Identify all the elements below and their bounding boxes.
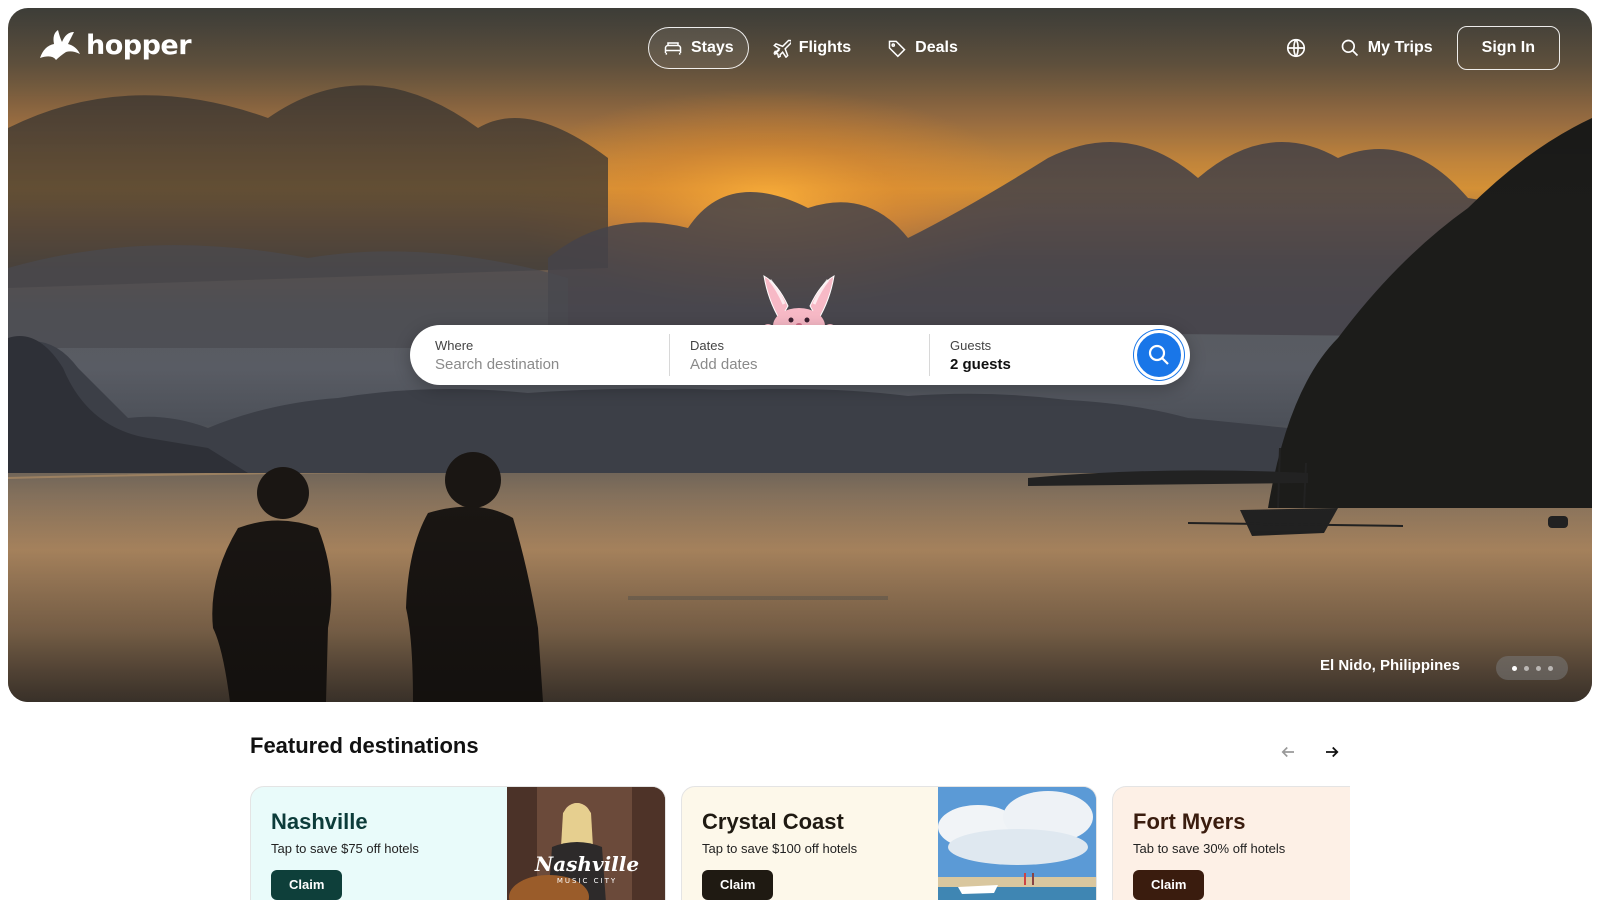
destination-card-fort-myers[interactable]: Fort Myers Tab to save 30% off hotels Cl…: [1112, 786, 1350, 900]
carousel-dot[interactable]: [1511, 665, 1517, 671]
tab-flights-label: Flights: [798, 39, 852, 56]
dates-label: Dates: [690, 337, 724, 353]
hopper-logo[interactable]: hopper: [38, 28, 192, 62]
primary-nav: Stays Flights Deals: [648, 27, 972, 69]
carousel-next-button[interactable]: [1318, 738, 1346, 766]
guests-label: Guests: [950, 337, 992, 353]
guests-value: 2 guests: [950, 355, 1011, 373]
card-title: Nashville: [271, 809, 368, 834]
card-title: Crystal Coast: [702, 809, 844, 834]
tag-icon: [888, 40, 906, 58]
featured-destinations-heading: Featured destinations: [250, 733, 479, 758]
card-text: Nashville Tap to save $75 off hotels Cla…: [251, 787, 507, 900]
search-button[interactable]: [1134, 330, 1184, 380]
featured-destinations-carousel: Nashville Tap to save $75 off hotels Cla…: [250, 786, 1350, 900]
dates-field[interactable]: Dates Add dates: [670, 334, 930, 376]
card-subtitle: Tab to save 30% off hotels: [1133, 841, 1286, 856]
search-icon: [1148, 344, 1169, 365]
carousel-indicator[interactable]: [1496, 656, 1568, 680]
carousel-dot[interactable]: [1547, 665, 1553, 671]
tab-flights[interactable]: Flights: [757, 27, 865, 69]
where-field[interactable]: Where: [410, 334, 670, 376]
arrow-left-icon: [1281, 746, 1294, 758]
carousel-dot[interactable]: [1535, 665, 1541, 671]
crystal-coast-photo: [938, 787, 1096, 900]
language-button[interactable]: [1278, 30, 1314, 66]
nashville-photo: Nashville MUSIC CITY: [507, 787, 665, 900]
arrow-right-icon: [1326, 746, 1339, 758]
carousel-prev-button[interactable]: [1274, 738, 1302, 766]
tab-stays-label: Stays: [691, 39, 734, 56]
dates-placeholder: Add dates: [690, 355, 758, 373]
brand-name: hopper: [86, 29, 192, 61]
bunny-logo-icon: [40, 30, 80, 60]
airplane-icon: [772, 39, 791, 58]
tab-stays[interactable]: Stays: [648, 27, 749, 69]
nashville-logo-text: Nashville: [534, 852, 639, 876]
guests-field[interactable]: Guests 2 guests: [930, 334, 1134, 376]
card-subtitle: Tap to save $75 off hotels: [271, 841, 419, 856]
destination-input[interactable]: [435, 355, 635, 373]
card-text: Fort Myers Tab to save 30% off hotels Cl…: [1113, 787, 1350, 900]
search-icon: [1341, 39, 1358, 57]
account-nav: My Trips Sign In: [1278, 26, 1560, 70]
card-text: Crystal Coast Tap to save $100 off hotel…: [682, 787, 938, 900]
where-label: Where: [435, 337, 474, 353]
destination-card-crystal-coast[interactable]: Crystal Coast Tap to save $100 off hotel…: [681, 786, 1097, 900]
card-title: Fort Myers: [1133, 809, 1246, 834]
hero-location-label: El Nido, Philippines: [1319, 657, 1460, 674]
bed-icon: [664, 42, 682, 55]
destination-card-nashville[interactable]: Nashville Tap to save $75 off hotels Cla…: [250, 786, 666, 900]
claim-button[interactable]: Claim: [702, 870, 774, 900]
my-trips-label: My Trips: [1367, 39, 1433, 56]
music-city-text: MUSIC CITY: [557, 877, 617, 885]
globe-icon: [1286, 38, 1305, 58]
nashville-image: Nashville MUSIC CITY: [507, 787, 665, 900]
card-subtitle: Tap to save $100 off hotels: [702, 841, 858, 856]
tab-deals[interactable]: Deals: [873, 27, 972, 69]
sign-in-button[interactable]: Sign In: [1456, 26, 1560, 70]
tab-deals-label: Deals: [915, 39, 958, 56]
search-bar: Where Dates Add dates Guests 2 guests: [410, 325, 1190, 385]
carousel-dot[interactable]: [1523, 665, 1529, 671]
crystal-coast-image: [938, 787, 1096, 900]
my-trips-link[interactable]: My Trips: [1340, 38, 1433, 58]
claim-button[interactable]: Claim: [1133, 870, 1205, 900]
claim-button[interactable]: Claim: [271, 870, 343, 900]
